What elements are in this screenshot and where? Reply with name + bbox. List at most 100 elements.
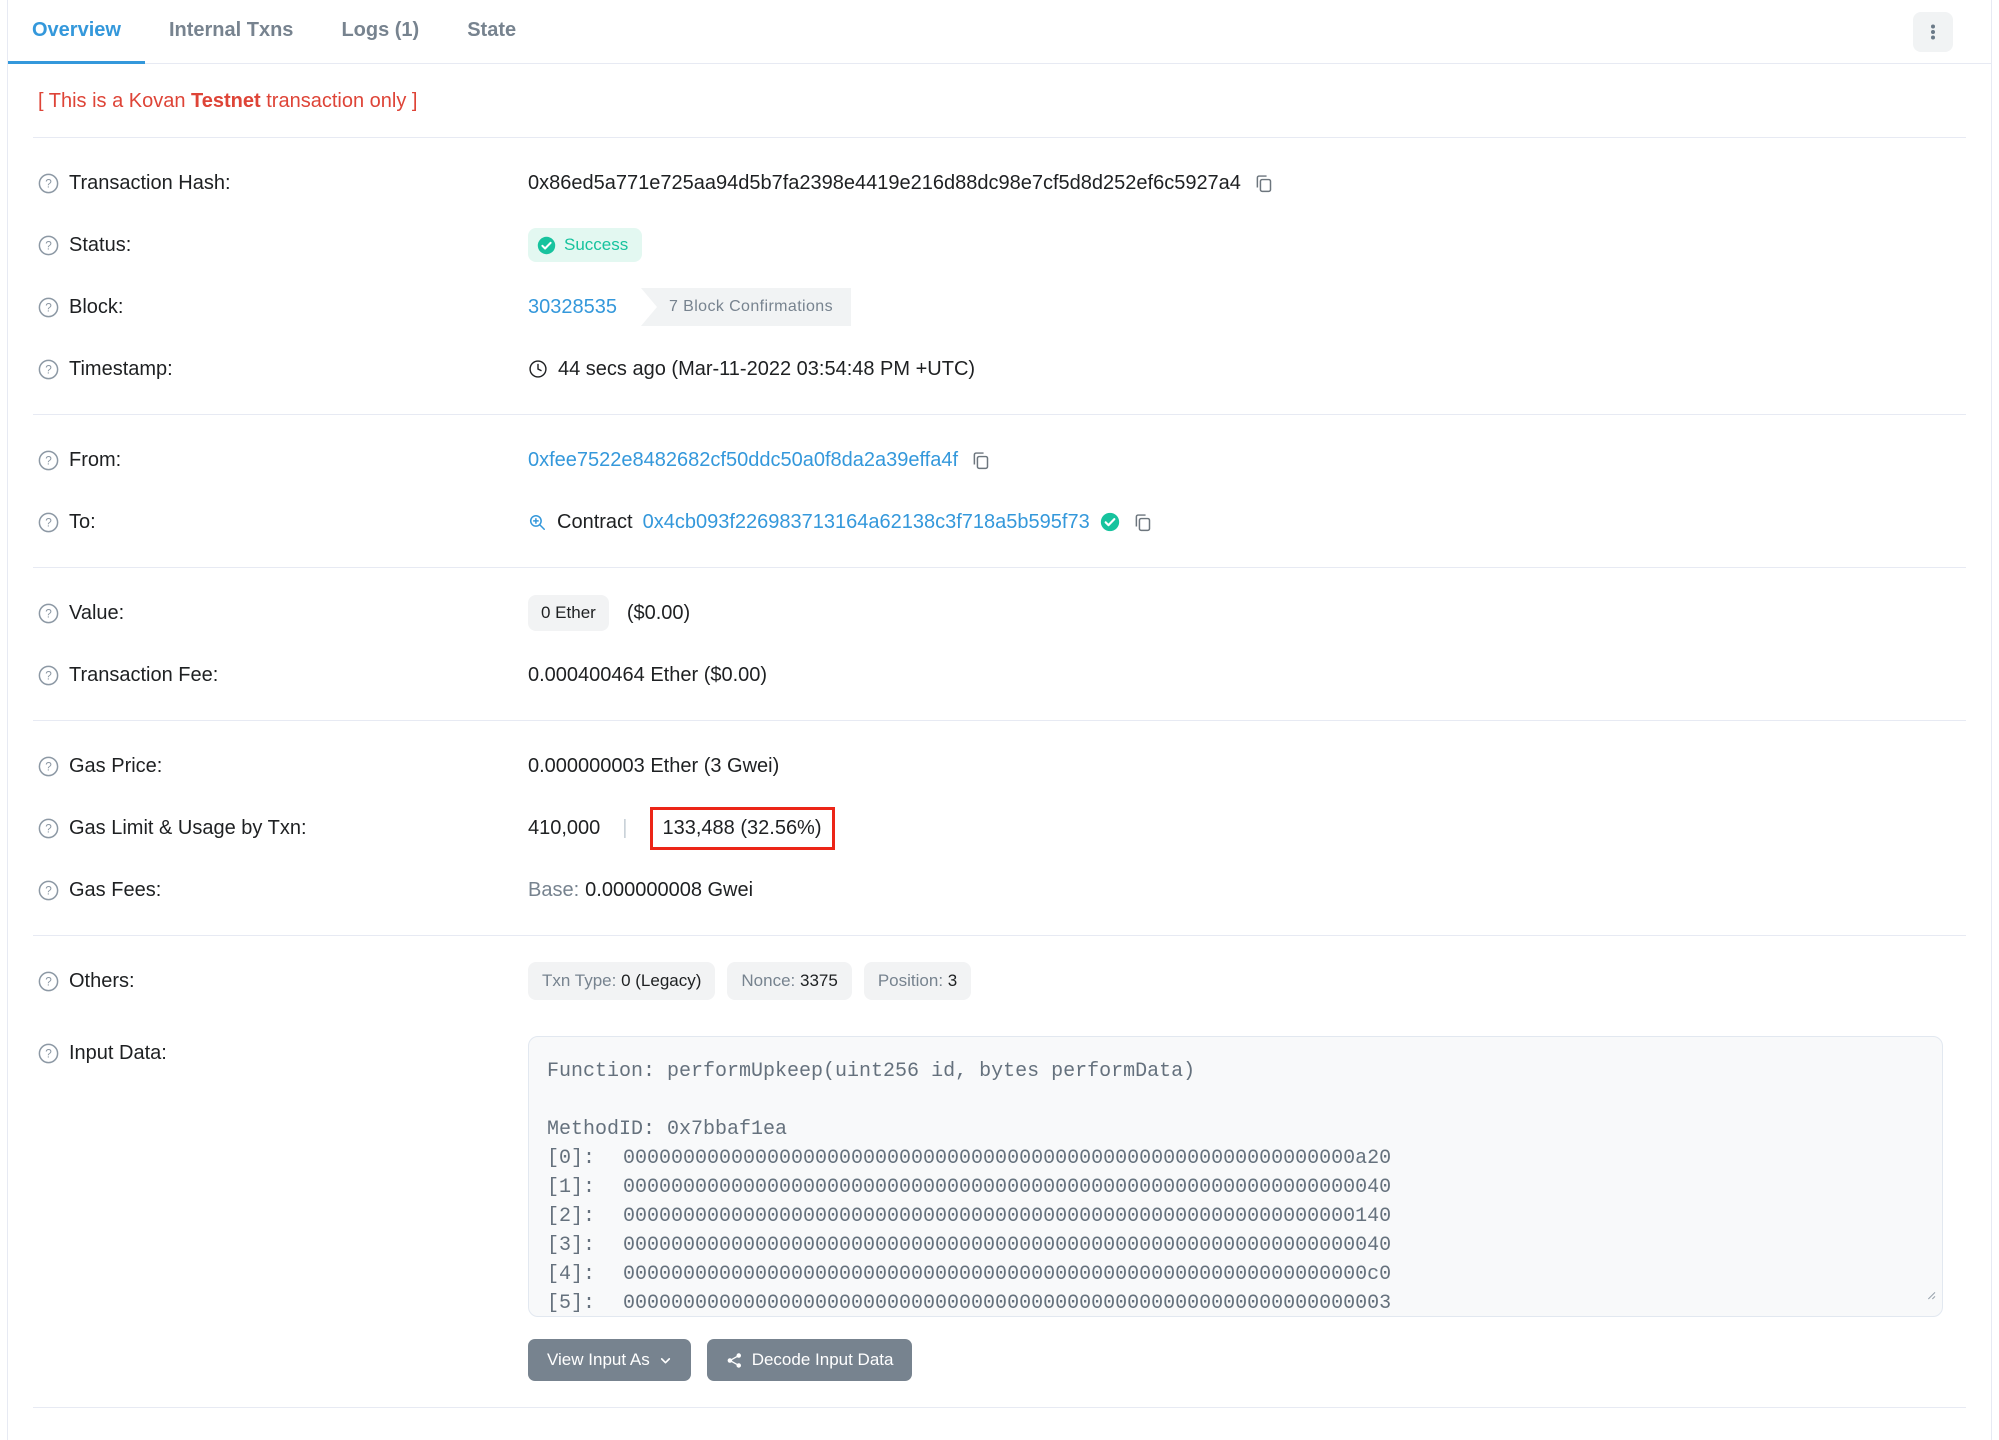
kebab-menu-icon bbox=[1931, 24, 1935, 39]
row-label: ? Input Data: bbox=[38, 1036, 528, 1065]
help-icon[interactable]: ? bbox=[38, 173, 59, 194]
word-index: [3]: bbox=[547, 1234, 596, 1257]
transaction-hash-label: Transaction Hash: bbox=[69, 171, 231, 194]
txn-type-value: 0 (Legacy) bbox=[621, 971, 702, 990]
help-icon[interactable]: ? bbox=[38, 665, 59, 686]
decode-input-data-button[interactable]: Decode Input Data bbox=[706, 1339, 913, 1381]
value-label: Value: bbox=[69, 601, 125, 624]
transaction-fee-value: 0.000400464 Ether ($0.00) bbox=[528, 663, 768, 686]
svg-text:?: ? bbox=[45, 300, 52, 314]
verified-check-icon bbox=[1100, 512, 1120, 532]
view-input-as-label: View Input As bbox=[547, 1350, 650, 1369]
input-word-line: [0]: 000000000000000000000000000000000000… bbox=[547, 1144, 1924, 1173]
zoom-in-icon[interactable] bbox=[528, 513, 547, 532]
to-type-label: Contract bbox=[557, 510, 633, 533]
word-index: [4]: bbox=[547, 1263, 596, 1286]
help-icon[interactable]: ? bbox=[38, 450, 59, 471]
from-row: ? From: 0xfee7522e8482682cf50ddc50a0f8da… bbox=[38, 429, 1961, 491]
gas-fees-label: Gas Fees: bbox=[69, 878, 162, 901]
chevron-down-icon bbox=[660, 1357, 670, 1363]
word-hex: 0000000000000000000000000000000000000000… bbox=[623, 1263, 1392, 1286]
position-key: Position: bbox=[877, 971, 944, 990]
value-row: ? Value: 0 Ether ($0.00) bbox=[38, 582, 1961, 644]
clock-icon bbox=[528, 359, 548, 379]
value-usd: ($0.00) bbox=[626, 601, 691, 624]
gas-usage-value: 133,488 (32.56%) bbox=[662, 816, 822, 839]
svg-text:?: ? bbox=[45, 453, 52, 467]
status-label: Status: bbox=[69, 233, 132, 256]
help-icon[interactable]: ? bbox=[38, 880, 59, 901]
input-data-row: ? Input Data: Function: performUpkeep(ui… bbox=[38, 1036, 1961, 1381]
section-gas: ? Gas Price: 0.000000003 Ether (3 Gwei) … bbox=[8, 721, 1991, 935]
gas-usage-highlight-box: 133,488 (32.56%) bbox=[649, 806, 835, 850]
input-word-line: [4]: 000000000000000000000000000000000000… bbox=[547, 1260, 1924, 1289]
copy-icon[interactable] bbox=[970, 450, 991, 471]
help-icon[interactable]: ? bbox=[38, 297, 59, 318]
transaction-hash-row: ? Transaction Hash: 0x86ed5a771e725aa94d… bbox=[38, 152, 1961, 214]
status-row: ? Status: Success bbox=[38, 214, 1961, 276]
help-icon[interactable]: ? bbox=[38, 756, 59, 777]
timestamp-value: 44 secs ago (Mar-11-2022 03:54:48 PM +UT… bbox=[558, 357, 976, 380]
copy-icon[interactable] bbox=[1253, 173, 1274, 194]
svg-text:?: ? bbox=[45, 974, 52, 988]
help-icon[interactable]: ? bbox=[38, 235, 59, 256]
from-label: From: bbox=[69, 448, 122, 471]
word-hex: 0000000000000000000000000000000000000000… bbox=[623, 1176, 1392, 1199]
divider bbox=[33, 1407, 1966, 1408]
block-number-link[interactable]: 30328535 bbox=[528, 296, 617, 319]
tab-bar: Overview Internal Txns Logs (1) State bbox=[8, 0, 1991, 64]
help-icon[interactable]: ? bbox=[38, 603, 59, 624]
input-data-label: Input Data: bbox=[69, 1042, 167, 1064]
svg-text:?: ? bbox=[45, 238, 52, 252]
gas-fees-base-label: Base: bbox=[528, 878, 580, 901]
svg-text:?: ? bbox=[45, 176, 52, 190]
timestamp-label: Timestamp: bbox=[69, 357, 173, 380]
gas-limit-value: 410,000 bbox=[528, 816, 601, 839]
tab-overview[interactable]: Overview bbox=[8, 0, 145, 64]
position-badge: Position: 3 bbox=[863, 962, 972, 1000]
row-label: ? From: bbox=[38, 449, 528, 472]
tab-logs[interactable]: Logs (1) bbox=[317, 0, 443, 64]
input-data-textarea[interactable]: Function: performUpkeep(uint256 id, byte… bbox=[528, 1036, 1943, 1317]
row-label: ? Transaction Hash: bbox=[38, 172, 528, 195]
help-icon[interactable]: ? bbox=[38, 359, 59, 380]
copy-icon[interactable] bbox=[1132, 512, 1153, 533]
word-index: [5]: bbox=[547, 1292, 596, 1315]
row-label: ? To: bbox=[38, 511, 528, 534]
more-options-button[interactable] bbox=[1913, 11, 1953, 52]
tab-internal-txns[interactable]: Internal Txns bbox=[145, 0, 317, 64]
row-label: ? Gas Limit & Usage by Txn: bbox=[38, 817, 528, 840]
section-others-input: ? Others: Txn Type: 0 (Legacy) Nonce: 33… bbox=[8, 936, 1991, 1395]
row-label: ? Value: bbox=[38, 602, 528, 625]
svg-text:?: ? bbox=[45, 362, 52, 376]
block-label: Block: bbox=[69, 295, 124, 318]
status-badge: Success bbox=[528, 228, 643, 262]
notice-bold: Testnet bbox=[191, 90, 261, 112]
resize-grip-icon[interactable] bbox=[1921, 1282, 1937, 1311]
notice-prefix: [ This is a Kovan bbox=[38, 90, 192, 112]
input-word-line: [5]: 000000000000000000000000000000000000… bbox=[547, 1289, 1924, 1316]
from-address-link[interactable]: 0xfee7522e8482682cf50ddc50a0f8da2a39effa… bbox=[528, 449, 958, 472]
svg-text:?: ? bbox=[45, 821, 52, 835]
input-methodid-line: MethodID: 0x7bbaf1ea bbox=[547, 1118, 788, 1141]
row-label: ? Block: bbox=[38, 296, 528, 319]
row-label: ? Status: bbox=[38, 234, 528, 257]
word-index: [1]: bbox=[547, 1176, 596, 1199]
help-icon[interactable]: ? bbox=[38, 1043, 59, 1064]
notice-suffix: transaction only ] bbox=[260, 90, 418, 112]
section-from-to: ? From: 0xfee7522e8482682cf50ddc50a0f8da… bbox=[8, 415, 1991, 567]
help-icon[interactable]: ? bbox=[38, 818, 59, 839]
value-amount-badge: 0 Ether bbox=[528, 595, 609, 631]
help-icon[interactable]: ? bbox=[38, 512, 59, 533]
tab-state[interactable]: State bbox=[443, 0, 540, 64]
word-index: [0]: bbox=[547, 1147, 596, 1170]
to-address-link[interactable]: 0x4cb093f226983713164a62138c3f718a5b595f… bbox=[643, 511, 1090, 534]
transaction-card: Overview Internal Txns Logs (1) State [ … bbox=[7, 0, 1992, 1440]
testnet-notice: [ This is a Kovan Testnet transaction on… bbox=[8, 64, 1991, 137]
svg-text:?: ? bbox=[45, 883, 52, 897]
help-icon[interactable]: ? bbox=[38, 971, 59, 992]
transaction-hash-value: 0x86ed5a771e725aa94d5b7fa2398e4419e216d8… bbox=[528, 171, 1241, 194]
row-label: ? Timestamp: bbox=[38, 358, 528, 381]
view-input-as-button[interactable]: View Input As bbox=[528, 1339, 691, 1381]
block-row: ? Block: 30328535 7 Block Confirmations bbox=[38, 276, 1961, 338]
